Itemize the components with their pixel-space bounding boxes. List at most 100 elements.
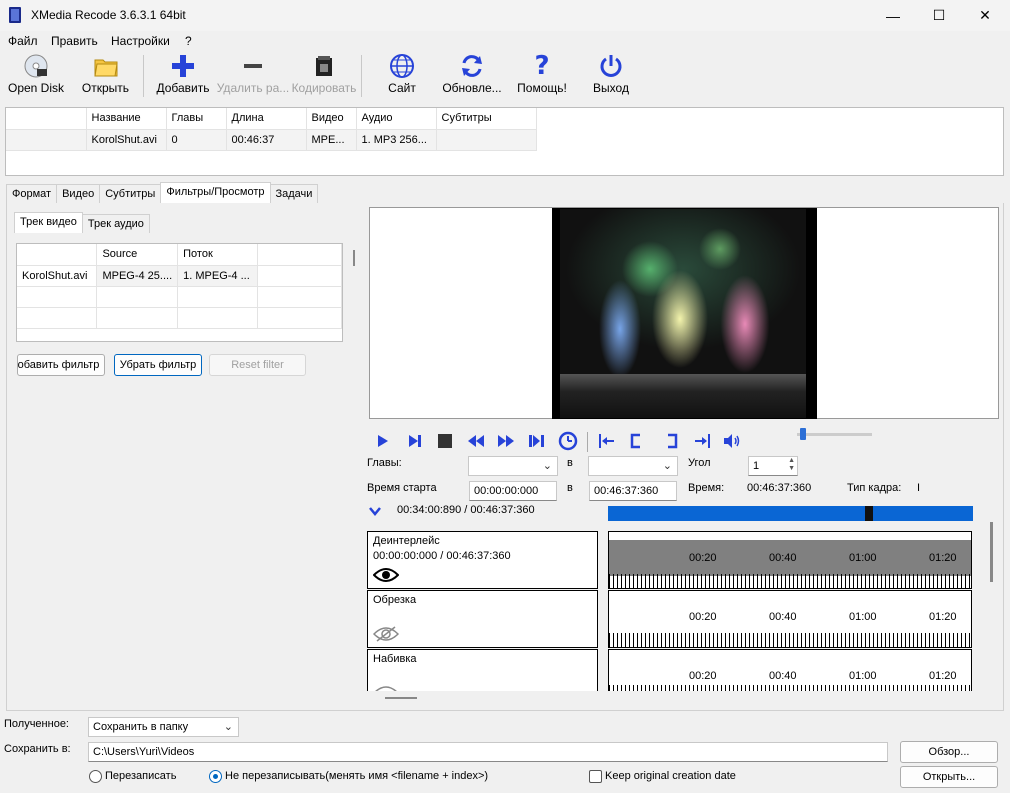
table-row[interactable]: KorolShut.avi 0 00:46:37 MPE... 1. MP3 2… [6,129,537,151]
go-to-end-icon[interactable] [691,430,713,452]
volume-slider[interactable] [797,433,872,436]
folder-icon [78,51,133,81]
overwrite-radio[interactable] [89,770,102,783]
help-button[interactable]: ? Помощь! [512,51,572,101]
timeline-deinterlace[interactable]: 00:20 00:40 01:00 01:20 [608,531,972,589]
mark-out-icon[interactable] [661,430,683,452]
open-button[interactable]: Открыть [78,51,133,101]
minus-icon [216,51,290,81]
volume-slider-thumb[interactable] [800,428,806,440]
open-disk-button[interactable]: Open Disk [6,51,66,101]
mark-in-icon[interactable] [625,430,647,452]
toolbar: Open Disk Открыть Добавить Удалить ра...… [0,51,1010,103]
column-header[interactable]: Субтитры [436,108,537,130]
start-time-input[interactable]: 00:00:00:000 [469,481,557,501]
volume-icon[interactable] [721,430,743,452]
filter-crop[interactable]: Обрезка [367,590,598,648]
chevron-down-icon: ⌄ [542,460,552,472]
close-button[interactable]: ✕ [962,0,1008,31]
rewind-icon[interactable] [465,430,487,452]
tab-audio-track[interactable]: Трек аудио [81,214,150,233]
seek-bar[interactable] [608,506,973,521]
next-frame-icon[interactable] [404,430,426,452]
encode-button[interactable]: Кодировать [290,51,358,101]
add-button[interactable]: Добавить [153,51,213,101]
seek-thumb[interactable] [865,506,873,521]
play-icon[interactable] [372,430,394,452]
question-icon: ? [534,51,550,81]
filter-padding[interactable]: Набивка [367,649,598,691]
video-preview [369,207,999,419]
clock-icon[interactable] [557,430,579,452]
timeline-padding[interactable]: 00:20 00:40 01:00 01:20 [608,649,972,691]
remove-button[interactable]: Удалить ра... [216,51,290,101]
timeline-crop[interactable]: 00:20 00:40 01:00 01:20 [608,590,972,648]
fast-forward-icon[interactable] [495,430,517,452]
crowd-silhouette [560,374,806,418]
splitter-handle[interactable] [353,250,355,266]
stop-icon[interactable] [434,430,456,452]
column-header[interactable]: Source [96,244,179,266]
column-header[interactable]: Название [86,108,167,130]
chevron-down-icon: ⌄ [662,460,672,472]
angle-spinner[interactable]: 1 ▲ ▼ [748,456,798,476]
tab-video[interactable]: Видео [56,184,101,203]
menu-settings[interactable]: Настройки [111,34,170,48]
reset-filter-button[interactable]: Reset filter [209,354,306,376]
eye-off-icon[interactable] [373,685,399,691]
filter-deinterlace[interactable]: Деинтерлейс 00:00:00:000 / 00:46:37:360 [367,531,598,589]
skip-end-icon[interactable] [526,430,548,452]
film-icon [290,51,358,81]
track-list[interactable]: Source Поток KorolShut.avi MPEG-4 25....… [16,243,343,342]
keep-date-checkbox[interactable] [589,770,602,783]
column-header[interactable]: Видео [306,108,357,130]
menu-file[interactable]: Файл [8,34,38,48]
plus-icon [153,51,213,81]
end-time-input[interactable]: 00:46:37:360 [589,481,677,501]
remove-filter-button[interactable]: Убрать фильтр [114,354,202,376]
browse-button[interactable]: Обзор... [900,741,998,763]
menu-help[interactable]: ? [185,34,192,48]
open-folder-button[interactable]: Открыть... [900,766,998,788]
update-button[interactable]: Обновле... [440,51,504,101]
position-readout: 00:34:00:890 / 00:46:37:360 [397,504,535,516]
table-row[interactable]: KorolShut.avi MPEG-4 25.... 1. MPEG-4 ..… [17,265,342,287]
window-title: XMedia Recode 3.6.3.1 64bit [31,8,186,22]
column-header[interactable]: Главы [166,108,227,130]
app-icon [9,7,21,23]
minimize-button[interactable]: — [870,0,916,31]
chapters-start-select[interactable]: ⌄ [468,456,558,476]
menu-bar: Файл Править Настройки ? [0,31,1010,51]
time-value: 00:46:37:360 [747,482,812,494]
tab-filters-preview[interactable]: Фильтры/Просмотр [160,182,271,203]
eye-icon[interactable] [372,567,400,586]
menu-edit[interactable]: Править [51,34,98,48]
go-to-start-icon[interactable] [596,430,618,452]
column-header[interactable]: Поток [177,244,259,266]
spinner-arrows-icon[interactable]: ▲ ▼ [788,457,795,473]
save-path-input[interactable]: C:\Users\Yuri\Videos [88,742,888,762]
column-header[interactable]: Аудио [356,108,437,130]
chevron-down-icon: ⌄ [223,721,233,733]
tab-format[interactable]: Формат [6,184,58,203]
main-tabs: Формат Видео Субтитры Фильтры/Просмотр З… [6,182,319,203]
tab-subtitles[interactable]: Субтитры [99,184,162,203]
add-filter-button[interactable]: Добавить фильтр [17,354,105,376]
column-header[interactable]: Длина [226,108,307,130]
track-tabs: Трек видео Трек аудио [14,212,150,233]
concert-image [560,209,806,418]
power-icon [586,51,636,81]
horizontal-scrollbar[interactable] [385,697,417,699]
maximize-button[interactable]: ☐ [916,0,962,31]
output-mode-select[interactable]: Сохранить в папку ⌄ [88,717,239,737]
eye-off-icon[interactable] [372,626,400,645]
tab-tasks[interactable]: Задачи [269,184,319,203]
file-list[interactable]: Название Главы Длина Видео Аудио Субтитр… [5,107,1004,176]
vertical-scrollbar[interactable] [990,522,993,582]
tab-video-track[interactable]: Трек видео [14,212,83,233]
chapters-end-select[interactable]: ⌄ [588,456,678,476]
no-overwrite-radio[interactable] [209,770,222,783]
exit-button[interactable]: Выход [586,51,636,101]
site-button[interactable]: Сайт [377,51,427,101]
collapse-chevron-icon[interactable] [368,505,382,520]
